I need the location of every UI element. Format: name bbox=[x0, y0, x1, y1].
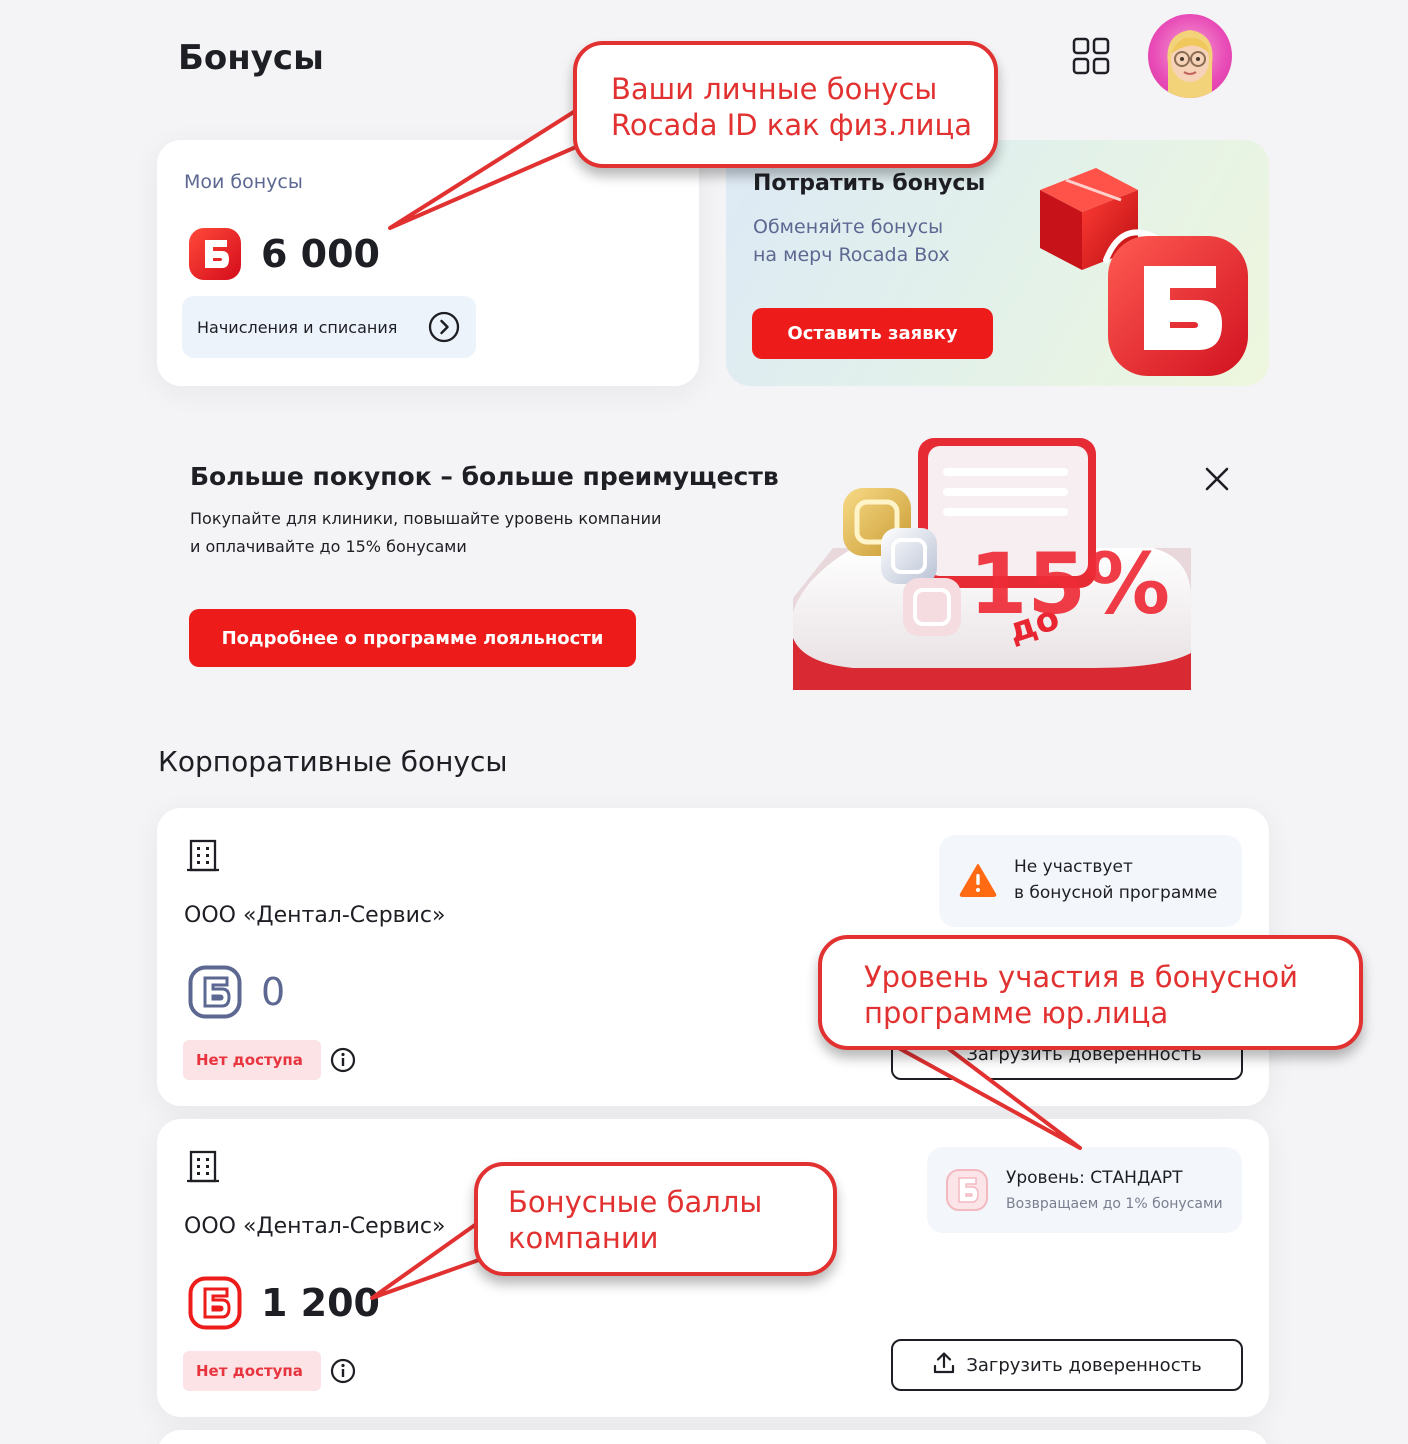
callout-company-line-1: Бонусные баллы bbox=[508, 1185, 763, 1219]
callout-company-bonuses: Бонусные баллы компании bbox=[474, 1162, 837, 1276]
callout-level-line-2: программе юр.лица bbox=[864, 996, 1169, 1030]
callout-level-line-1: Уровень участия в бонусной bbox=[864, 960, 1298, 994]
callout-personal-line-2: Rocada ID как физ.лица bbox=[611, 108, 972, 142]
callout-level: Уровень участия в бонусной программе юр.… bbox=[818, 935, 1363, 1050]
callout-personal-bonuses: Ваши личные бонусы Rocada ID как физ.лиц… bbox=[573, 41, 998, 168]
callout-company-line-2: компании bbox=[508, 1221, 659, 1255]
callout-personal-line-1: Ваши личные бонусы bbox=[611, 72, 938, 106]
